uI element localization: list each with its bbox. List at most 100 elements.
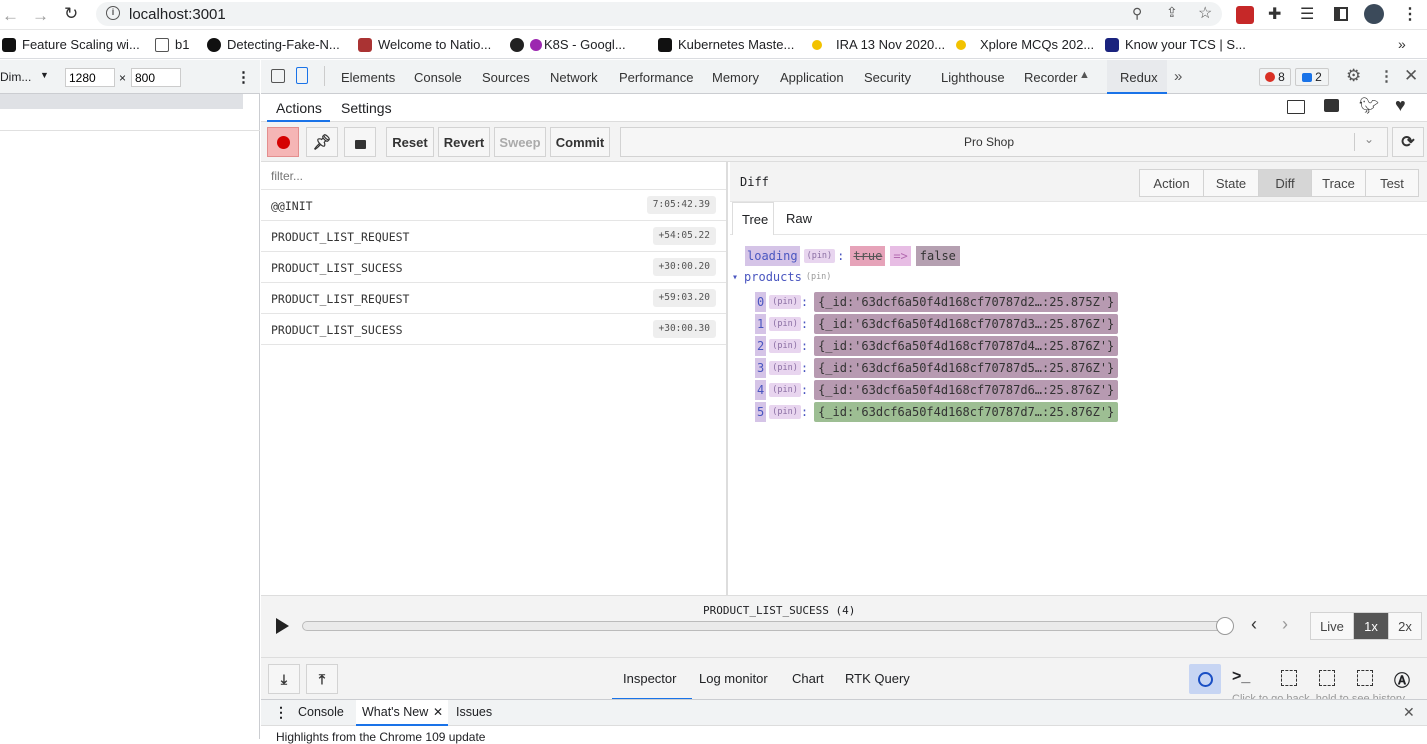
tab-settings[interactable]: Settings [341, 100, 392, 116]
product-index[interactable]: 5 [755, 402, 767, 422]
timeline-slider[interactable] [302, 621, 1225, 631]
bookmark-item[interactable]: Welcome to Natio... [358, 37, 491, 52]
revert-button[interactable]: Revert [438, 127, 490, 157]
device-select[interactable]: Dim... [0, 70, 31, 84]
sidepanel-icon[interactable] [1334, 7, 1348, 21]
slider-handle[interactable] [1216, 617, 1234, 635]
tab-sources[interactable]: Sources [482, 70, 530, 85]
close-icon[interactable]: ✕ [1403, 704, 1415, 721]
tab-chart[interactable]: Chart [792, 671, 824, 686]
reload-icon[interactable]: ↻ [64, 4, 78, 24]
diff-key[interactable]: products [744, 270, 802, 284]
gear-icon[interactable]: ⚙ [1346, 66, 1361, 86]
grid-bottom-icon[interactable] [1357, 670, 1373, 686]
drawer-tab-whats-new[interactable]: What's New ✕ [356, 700, 448, 726]
product-index[interactable]: 0 [755, 292, 767, 312]
list-item[interactable]: PRODUCT_LIST_SUCESS +30:00.30 [261, 314, 726, 345]
bookmark-item[interactable]: Detecting-Fake-N... [207, 37, 340, 52]
pin-button[interactable]: (pin) [769, 383, 801, 397]
tab-application[interactable]: Application [780, 70, 844, 85]
tab-redux[interactable]: Redux [1107, 60, 1167, 94]
tab-state[interactable]: State [1203, 169, 1259, 197]
tab-inspector[interactable]: Inspector [612, 658, 692, 700]
export-button[interactable]: ⤒ [306, 664, 338, 694]
tab-performance[interactable]: Performance [619, 70, 693, 85]
tab-memory[interactable]: Memory [712, 70, 759, 85]
pin-button[interactable]: (pin) [769, 295, 801, 309]
drawer-tab-issues[interactable]: Issues [456, 705, 492, 719]
grid-right-icon[interactable] [1319, 670, 1335, 686]
forward-icon[interactable]: → [32, 6, 49, 26]
pin-button[interactable]: (pin) [806, 272, 832, 282]
tab-test[interactable]: Test [1365, 169, 1419, 197]
tab-action[interactable]: Action [1139, 169, 1204, 197]
twitter-icon[interactable]: 🐦︎ [1359, 96, 1379, 116]
pin-button[interactable]: 📌︎ [306, 127, 338, 157]
url-text[interactable]: localhost:3001 [129, 6, 226, 23]
reset-button[interactable]: Reset [386, 127, 434, 157]
bookmark-item[interactable]: Xplore MCQs 202... [956, 37, 1094, 52]
pin-button[interactable]: (pin) [803, 249, 836, 263]
import-button[interactable]: ⤓ [268, 664, 300, 694]
tab-network[interactable]: Network [550, 70, 598, 85]
product-value[interactable]: {_id:'63dcf6a50f4d168cf70787d5…:25.876Z'… [814, 358, 1119, 378]
message-badge[interactable]: 2 [1295, 68, 1329, 86]
drawer-tab-console[interactable]: Console [298, 705, 344, 719]
close-icon[interactable]: ✕ [433, 705, 443, 719]
speed-2x-button[interactable]: 2x [1388, 612, 1422, 640]
product-value[interactable]: {_id:'63dcf6a50f4d168cf70787d6…:25.876Z'… [814, 380, 1119, 400]
zoom-icon[interactable]: ⚲ [1132, 5, 1142, 22]
product-index[interactable]: 1 [755, 314, 767, 334]
book-icon[interactable] [1287, 100, 1305, 114]
live-button[interactable]: Live [1310, 612, 1354, 640]
expand-toggle-icon[interactable]: ▾ [732, 272, 738, 283]
bookmark-item[interactable]: Know your TCS | S... [1105, 37, 1246, 52]
list-item[interactable]: @@INIT 7:05:42.39 [261, 190, 726, 221]
star-icon[interactable]: ☆ [1198, 3, 1212, 23]
product-value[interactable]: {_id:'63dcf6a50f4d168cf70787d4…:25.876Z'… [814, 336, 1119, 356]
bookmark-item[interactable]: IRA 13 Nov 2020... [812, 37, 945, 52]
tab-console[interactable]: Console [414, 70, 462, 85]
bookmark-item[interactable]: Feature Scaling wi... [2, 37, 140, 52]
instance-select[interactable]: Pro Shop ⌄ [620, 127, 1388, 157]
tab-raw[interactable]: Raw [786, 211, 812, 226]
more-tabs-icon[interactable]: » [1174, 68, 1182, 85]
list-item[interactable]: PRODUCT_LIST_REQUEST +59:03.20 [261, 283, 726, 314]
device-height-input[interactable] [131, 68, 181, 87]
tab-trace[interactable]: Trace [1311, 169, 1366, 197]
list-item[interactable]: PRODUCT_LIST_SUCESS +30:00.20 [261, 252, 726, 283]
heart-icon[interactable]: ♥ [1395, 95, 1406, 116]
product-value[interactable]: {_id:'63dcf6a50f4d168cf70787d7…:25.876Z'… [814, 402, 1119, 422]
grid-left-icon[interactable] [1281, 670, 1297, 686]
sweep-button[interactable]: Sweep [494, 127, 546, 157]
product-index[interactable]: 3 [755, 358, 767, 378]
history-button[interactable] [1189, 664, 1221, 694]
filter-input[interactable] [261, 162, 726, 190]
commit-button[interactable]: Commit [550, 127, 610, 157]
error-badge[interactable]: 8 [1259, 68, 1291, 86]
back-icon[interactable]: ← [2, 6, 19, 26]
remote-icon[interactable]: Ⓐ [1394, 667, 1410, 691]
tab-rtk-query[interactable]: RTK Query [845, 671, 910, 686]
tab-log-monitor[interactable]: Log monitor [699, 671, 768, 686]
more-bookmarks-icon[interactable]: » [1398, 36, 1406, 52]
product-index[interactable]: 4 [755, 380, 767, 400]
tab-actions[interactable]: Actions [267, 94, 330, 122]
inspect-icon[interactable] [271, 69, 285, 83]
chevron-down-icon[interactable]: ▼ [40, 70, 49, 80]
comment-icon[interactable] [1324, 99, 1339, 112]
product-value[interactable]: {_id:'63dcf6a50f4d168cf70787d3…:25.876Z'… [814, 314, 1119, 334]
menu-icon[interactable]: ⋮ [1402, 4, 1418, 24]
sync-button[interactable]: ⟳ [1392, 127, 1424, 157]
prev-icon[interactable]: ‹ [1251, 614, 1257, 635]
pin-button[interactable]: (pin) [769, 317, 801, 331]
device-toggle-icon[interactable] [296, 67, 308, 84]
terminal-icon[interactable]: >_ [1232, 668, 1250, 686]
product-index[interactable]: 2 [755, 336, 767, 356]
media-icon[interactable]: ☰ [1300, 4, 1314, 24]
lock-button[interactable] [344, 127, 376, 157]
more-options-icon[interactable]: ⋮ [1379, 67, 1394, 85]
pin-button[interactable]: (pin) [769, 339, 801, 353]
bookmark-folder[interactable]: b1 [155, 37, 189, 52]
speed-1x-button[interactable]: 1x [1353, 612, 1389, 640]
